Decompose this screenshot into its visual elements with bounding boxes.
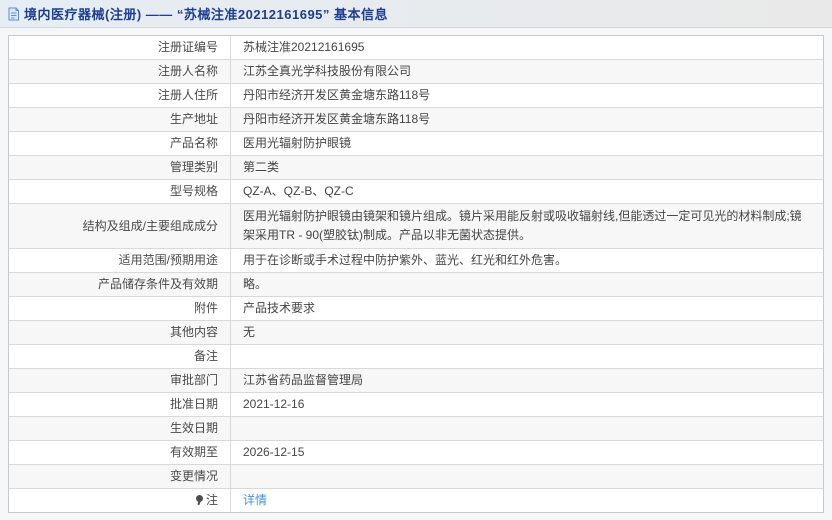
row-value-text: 2026-12-15: [243, 445, 305, 459]
row-value: 第二类: [231, 156, 823, 179]
row-label-text: 注: [205, 493, 218, 507]
row-value-text: 医用光辐射防护眼镜由镜架和镜片组成。镜片采用能反射或吸收辐射线,但能透过一定可见…: [243, 209, 802, 242]
row-label: 产品储存条件及有效期: [9, 273, 231, 296]
row-label-text: 审批部门: [169, 373, 218, 387]
row-value-text: 丹阳市经济开发区黄金塘东路118号: [243, 112, 431, 126]
row-value: QZ-A、QZ-B、QZ-C: [231, 180, 823, 203]
table-row: 生效日期: [9, 417, 823, 441]
row-label-text: 备注: [193, 349, 218, 363]
row-label: 注: [9, 489, 231, 512]
row-label-text: 其他内容: [169, 325, 218, 339]
row-label-text: 注册人名称: [157, 64, 218, 78]
table-row: 注册人住所 丹阳市经济开发区黄金塘东路118号: [9, 84, 823, 108]
table-row: 型号规格 QZ-A、QZ-B、QZ-C: [9, 180, 823, 204]
row-label: 型号规格: [9, 180, 231, 203]
row-value-text: QZ-A、QZ-B、QZ-C: [243, 184, 354, 198]
row-value-text: 2021-12-16: [243, 397, 305, 411]
row-label: 审批部门: [9, 369, 231, 392]
note-icon: [195, 495, 204, 506]
row-label-text: 产品储存条件及有效期: [97, 277, 218, 291]
row-label-text: 产品名称: [169, 136, 218, 150]
row-label-text: 结构及组成/主要组成成分: [82, 218, 218, 233]
row-label: 适用范围/预期用途: [9, 249, 231, 272]
row-label: 管理类别: [9, 156, 231, 179]
row-label-text: 注册证编号: [157, 40, 218, 54]
row-label-text: 型号规格: [169, 184, 218, 198]
table-row: 附件 产品技术要求: [9, 297, 823, 321]
table-row: 产品名称 医用光辐射防护眼镜: [9, 132, 823, 156]
table-row: 其他内容 无: [9, 321, 823, 345]
table-row: 备注: [9, 345, 823, 369]
row-value: 无: [231, 321, 823, 344]
row-value: 医用光辐射防护眼镜: [231, 132, 823, 155]
row-label-text: 有效期至: [169, 445, 218, 459]
row-value: 苏械注准20212161695: [231, 36, 823, 59]
row-label-text: 生效日期: [169, 421, 218, 435]
row-label: 有效期至: [9, 441, 231, 464]
row-label: 注册人住所: [9, 84, 231, 107]
row-label: 附件: [9, 297, 231, 320]
row-value-text: 丹阳市经济开发区黄金塘东路118号: [243, 88, 431, 102]
row-label: 批准日期: [9, 393, 231, 416]
table-row: 有效期至 2026-12-15: [9, 441, 823, 465]
row-value: 江苏全真光学科技股份有限公司: [231, 60, 823, 83]
table-row: 注册人名称 江苏全真光学科技股份有限公司: [9, 60, 823, 84]
page-title: 境内医疗器械(注册) —— “苏械注准20212161695” 基本信息: [24, 7, 389, 22]
row-label-text: 管理类别: [169, 160, 218, 174]
detail-link[interactable]: 详情: [243, 493, 267, 507]
row-label-text: 批准日期: [169, 397, 218, 411]
row-label: 其他内容: [9, 321, 231, 344]
row-value: 丹阳市经济开发区黄金塘东路118号: [231, 84, 823, 107]
document-icon: [7, 7, 20, 21]
row-value-text: 用于在诊断或手术过程中防护紫外、蓝光、红光和红外危害。: [243, 253, 568, 267]
table-row: 审批部门 江苏省药品监督管理局: [9, 369, 823, 393]
row-label: 注册证编号: [9, 36, 231, 59]
row-value: 江苏省药品监督管理局: [231, 369, 823, 392]
row-value-text: 产品技术要求: [243, 301, 316, 315]
table-row: 注 详情: [9, 489, 823, 512]
row-value-text: 苏械注准20212161695: [243, 40, 365, 54]
row-value: 丹阳市经济开发区黄金塘东路118号: [231, 108, 823, 131]
row-value-text: 医用光辐射防护眼镜: [243, 136, 352, 150]
row-value: 略。: [231, 273, 823, 296]
row-label-text: 注册人住所: [157, 88, 218, 102]
row-value: 详情: [231, 489, 823, 512]
row-value: 医用光辐射防护眼镜由镜架和镜片组成。镜片采用能反射或吸收辐射线,但能透过一定可见…: [231, 204, 823, 248]
row-label: 结构及组成/主要组成成分: [9, 204, 231, 248]
row-value-text: 江苏省药品监督管理局: [243, 373, 364, 387]
info-table: 注册证编号 苏械注准20212161695 注册人名称 江苏全真光学科技股份有限公司注…: [8, 35, 824, 513]
row-label: 注册人名称: [9, 60, 231, 83]
table-row: 适用范围/预期用途 用于在诊断或手术过程中防护紫外、蓝光、红光和红外危害。: [9, 249, 823, 273]
row-value-text: 江苏全真光学科技股份有限公司: [243, 64, 412, 78]
table-row: 生产地址 丹阳市经济开发区黄金塘东路118号: [9, 108, 823, 132]
row-value: 2021-12-16: [231, 393, 823, 416]
row-label: 生效日期: [9, 417, 231, 440]
table-row: 批准日期 2021-12-16: [9, 393, 823, 417]
table-row: 变更情况: [9, 465, 823, 489]
row-value-text: 无: [243, 325, 256, 339]
row-label-text: 生产地址: [169, 112, 218, 126]
table-row: 注册证编号 苏械注准20212161695: [9, 36, 823, 60]
row-value: 产品技术要求: [231, 297, 823, 320]
row-label-text: 附件: [193, 301, 218, 315]
table-row: 管理类别 第二类: [9, 156, 823, 180]
table-row: 结构及组成/主要组成成分 医用光辐射防护眼镜由镜架和镜片组成。镜片采用能反射或吸收…: [9, 204, 823, 249]
row-value: 用于在诊断或手术过程中防护紫外、蓝光、红光和红外危害。: [231, 249, 823, 272]
row-label: 变更情况: [9, 465, 231, 488]
row-label: 产品名称: [9, 132, 231, 155]
table-row: 产品储存条件及有效期 略。: [9, 273, 823, 297]
row-label-text: 适用范围/预期用途: [118, 253, 218, 267]
row-value-text: 略。: [243, 277, 268, 291]
row-label-text: 变更情况: [169, 469, 218, 483]
row-label: 生产地址: [9, 108, 231, 131]
row-label: 备注: [9, 345, 231, 368]
page-header: 境内医疗器械(注册) —— “苏械注准20212161695” 基本信息: [0, 0, 832, 28]
row-value-text: 第二类: [243, 160, 280, 174]
row-value: 2026-12-15: [231, 441, 823, 464]
